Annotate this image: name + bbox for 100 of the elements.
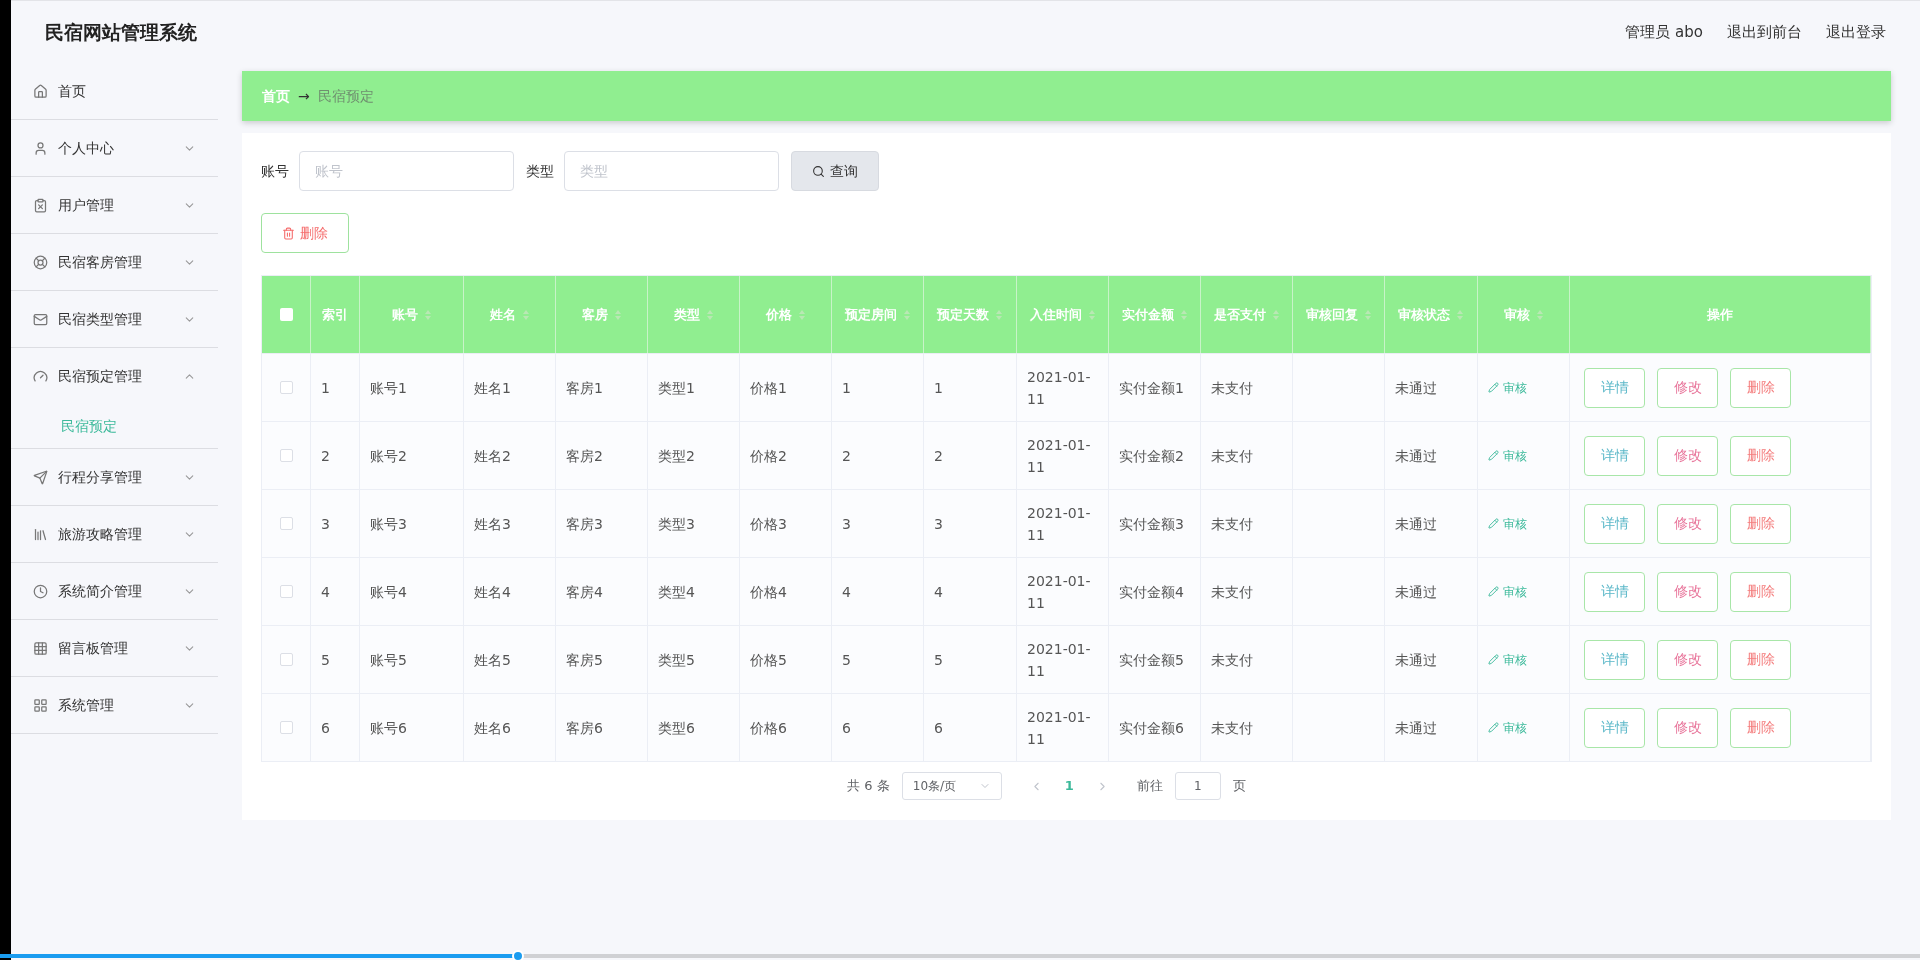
app-title: 民宿网站管理系统 [45,19,197,45]
row-checkbox[interactable] [279,721,293,734]
tiles-icon [33,697,48,713]
sort-icon[interactable] [1179,308,1188,321]
sort-icon[interactable] [1456,308,1464,321]
row-checkbox[interactable] [279,585,293,598]
table-cell-text: 2 [321,446,330,466]
row-action-button[interactable]: 修改 [1657,571,1718,612]
row-action-button[interactable]: 删除 [1730,503,1791,544]
row-checkbox[interactable] [279,517,293,530]
search-field[interactable]: 账号 [299,151,514,191]
row-action-button[interactable]: 详情 [1584,571,1645,612]
sidebar-item[interactable]: 民宿类型管理 [11,291,218,347]
table-cell-text: 2 [934,446,943,466]
row-action-button[interactable]: 详情 [1584,707,1645,748]
sort-icon[interactable] [995,308,1003,321]
table-cell-text: 2021-01-11 [1027,367,1092,409]
header-link[interactable]: 管理员 abo [1625,20,1703,44]
row-action-button[interactable]: 删除 [1730,367,1791,408]
row-checkbox[interactable] [279,653,293,666]
sort-icon[interactable] [705,308,714,321]
sidebar-item[interactable]: 民宿客房管理 [11,234,218,290]
table-cell-text: 姓名4 [474,582,511,602]
table-cell-text: 类型2 [658,446,695,466]
delete-button[interactable]: 删除 [261,213,349,253]
gauge-icon [33,368,48,384]
row-action-button[interactable]: 删除 [1730,707,1791,748]
sort-icon[interactable] [613,308,622,321]
table-cell-text: 1 [321,378,330,398]
page-number[interactable]: 1 [1054,776,1084,796]
sort-icon[interactable] [1363,308,1372,321]
review-link[interactable]: 审核 [1488,582,1527,601]
sidebar-item[interactable]: 用户管理 [11,177,218,233]
page-size-select[interactable]: 10条/页 [901,772,1002,800]
row-action-button[interactable]: 删除 [1730,639,1791,680]
header-link[interactable]: 退出登录 [1826,20,1886,44]
sidebar-item[interactable]: 行程分享管理 [11,449,218,505]
sidebar-item[interactable]: 系统简介管理 [11,563,218,619]
sort-icon[interactable] [1271,308,1280,321]
column-header: 操作 [1707,305,1733,324]
table-cell-text: 未支付 [1211,582,1253,602]
table-cell-text: 账号2 [370,446,407,466]
header-link[interactable]: 退出到前台 [1727,20,1802,44]
row-action-button[interactable]: 删除 [1730,435,1791,476]
table-cell-text: 实付金额3 [1119,514,1184,534]
sidebar-item[interactable]: 个人中心 [11,120,218,176]
review-link[interactable]: 审核 [1488,514,1527,533]
sidebar-subitem[interactable]: 民宿预定 [11,404,218,448]
video-progress-track[interactable] [0,954,1920,958]
row-action-button[interactable]: 修改 [1657,503,1718,544]
sort-icon[interactable] [423,308,432,321]
table-cell-text: 实付金额4 [1119,582,1184,602]
review-link[interactable]: 审核 [1488,718,1527,737]
table-cell-text: 类型1 [658,378,695,398]
row-checkbox[interactable] [279,381,293,394]
sort-icon[interactable] [1087,308,1096,321]
search-field[interactable]: 类型 [564,151,779,191]
review-link[interactable]: 审核 [1488,446,1527,465]
progress-handle[interactable] [512,950,525,960]
search-button[interactable]: 查询 [791,151,879,191]
row-action-button[interactable]: 详情 [1584,639,1645,680]
sidebar-item[interactable]: 首页 [11,63,218,119]
sidebar-item[interactable]: 民宿预定管理 [11,348,218,404]
row-action-button[interactable]: 详情 [1584,367,1645,408]
review-link[interactable]: 审核 [1488,378,1527,397]
sidebar-item[interactable]: 旅游攻略管理 [11,506,218,562]
table-cell-text: 客房4 [566,582,603,602]
sort-icon[interactable] [1535,308,1544,321]
table-cell-text: 类型4 [658,582,695,602]
table-cell-text: 3 [934,514,943,534]
table-cell-text: 类型3 [658,514,695,534]
sidebar-item[interactable]: 系统管理 [11,677,218,733]
trash-icon [282,226,295,240]
sort-icon[interactable] [797,308,806,321]
sort-icon[interactable] [521,308,530,321]
row-action-button[interactable]: 修改 [1657,639,1718,680]
row-action-button[interactable]: 修改 [1657,367,1718,408]
select-all-checkbox[interactable] [279,308,293,321]
row-action-button[interactable]: 详情 [1584,435,1645,476]
pencil-icon [1488,722,1499,733]
sidebar-item[interactable]: 留言板管理 [11,620,218,676]
row-action-button[interactable]: 删除 [1730,571,1791,612]
page-input[interactable]: 1 [1174,772,1221,800]
column-header: 索引 [322,305,348,324]
row-checkbox[interactable] [279,449,293,462]
table-cell-text: 2021-01-11 [1027,707,1092,749]
table-cell-text: 未通过 [1395,446,1437,466]
table-cell-text: 2021-01-11 [1027,435,1092,477]
table-cell-text: 未通过 [1395,514,1437,534]
row-action-button[interactable]: 详情 [1584,503,1645,544]
row-action-button[interactable]: 修改 [1657,435,1718,476]
table-cell-text: 客房2 [566,446,603,466]
goto-label: 前往 [1136,777,1163,796]
sort-icon[interactable] [902,308,911,321]
table-cell-text: 客房3 [566,514,603,534]
table-cell-text: 未通过 [1395,650,1437,670]
table-cell-text: 未通过 [1395,582,1437,602]
row-action-button[interactable]: 修改 [1657,707,1718,748]
review-link[interactable]: 审核 [1488,650,1527,669]
table-cell-text: 3 [321,514,330,534]
